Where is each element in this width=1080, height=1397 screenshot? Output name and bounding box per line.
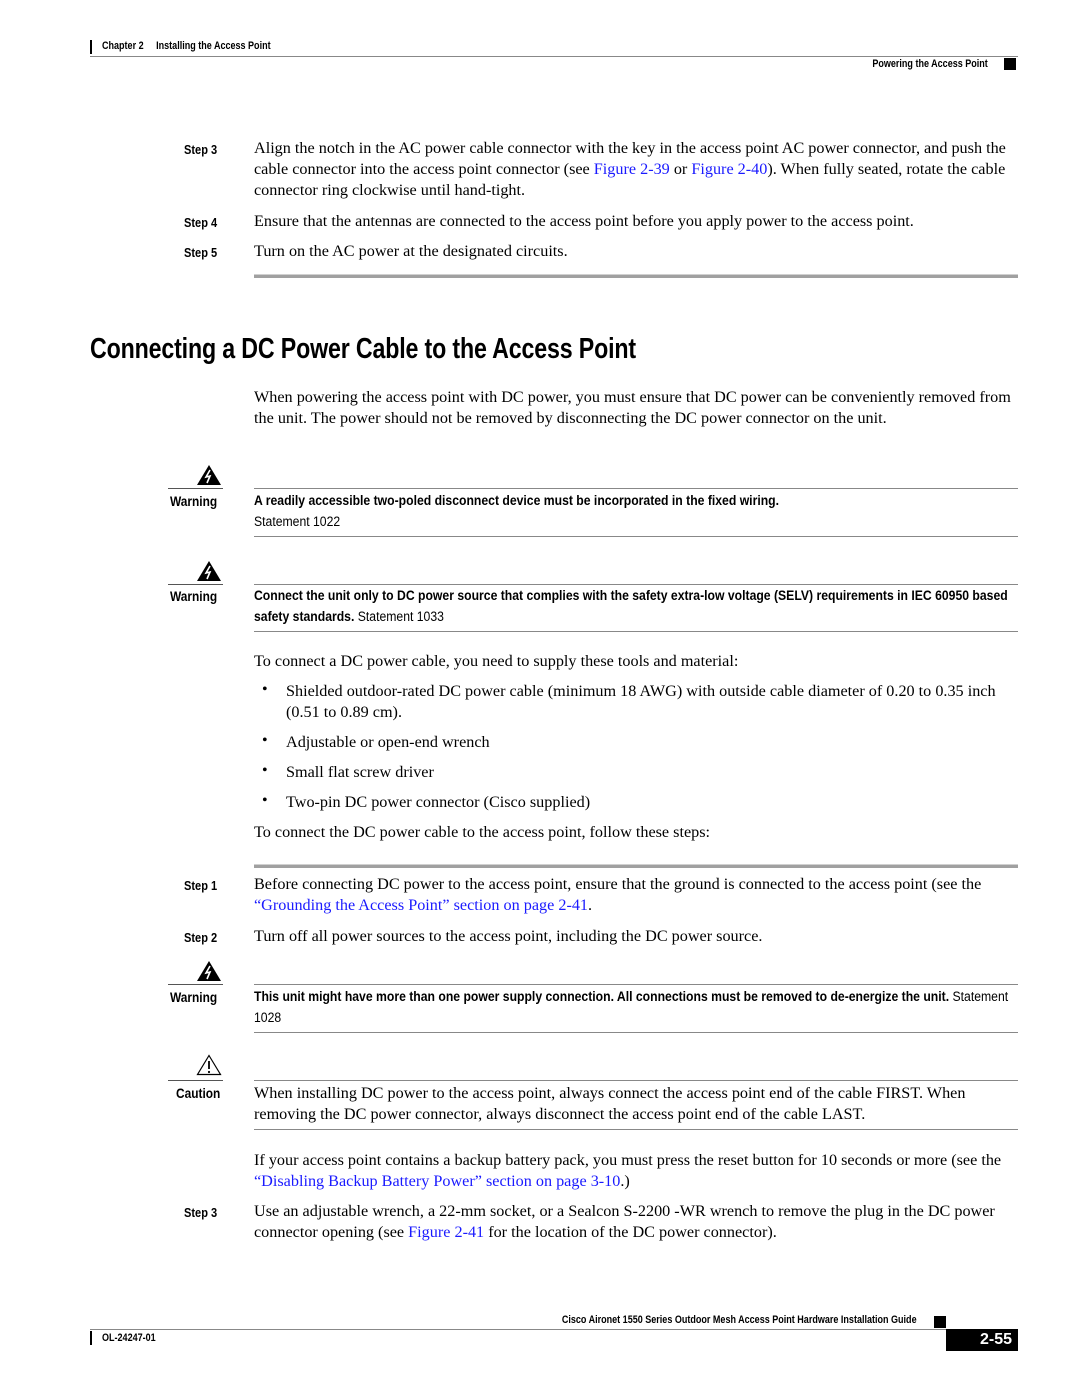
header-bar xyxy=(90,40,92,54)
step-label: Step 3 xyxy=(184,142,218,157)
warning-icon xyxy=(196,560,222,582)
warning-label: Warning xyxy=(170,588,218,604)
tool-item: Small flat screw driver xyxy=(286,763,434,781)
footer-marker xyxy=(934,1316,946,1328)
footer-guide-title: Cisco Aironet 1550 Series Outdoor Mesh A… xyxy=(562,1314,917,1326)
warning-bottom-rule xyxy=(254,631,1018,632)
tool-item: Adjustable or open-end wrench xyxy=(286,733,490,751)
warning-bottom-rule xyxy=(254,536,1018,537)
bullet: • xyxy=(262,732,268,749)
header-marker xyxy=(1004,58,1016,70)
footer-bar xyxy=(90,1331,92,1345)
bullet: • xyxy=(262,681,268,698)
warning-label: Warning xyxy=(170,493,218,509)
caution-top-rule xyxy=(254,1080,1018,1081)
warning-icon xyxy=(196,464,222,486)
caution-label: Caution xyxy=(176,1085,221,1101)
step-label: Step 5 xyxy=(184,245,218,260)
bullet: • xyxy=(262,792,268,809)
figure-link[interactable]: Figure 2-40 xyxy=(691,160,767,178)
icon-rule xyxy=(168,488,223,489)
step-text: Turn on the AC power at the designated c… xyxy=(254,242,568,260)
tool-item: Shielded outdoor-rated DC power cable (m… xyxy=(286,682,996,721)
tools-intro: To connect a DC power cable, you need to… xyxy=(254,652,739,670)
procedure-end-rule xyxy=(254,274,1018,278)
tool-item: Two-pin DC power connector (Cisco suppli… xyxy=(286,793,591,811)
chapter-title: Installing the Access Point xyxy=(156,40,271,52)
intro-paragraph: When powering the access point with DC p… xyxy=(254,388,1011,427)
step-label: Step 4 xyxy=(184,215,218,230)
warning-top-rule xyxy=(254,984,1018,985)
battery-note: If your access point contains a backup b… xyxy=(254,1151,1002,1190)
page-number: 2-55 xyxy=(946,1329,1018,1351)
icon-rule xyxy=(168,584,223,585)
warning-top-rule xyxy=(254,488,1018,489)
warning-icon xyxy=(196,960,222,982)
step-label: Step 1 xyxy=(184,878,218,893)
footer-doc-number: OL-24247-01 xyxy=(102,1332,156,1344)
step-label: Step 2 xyxy=(184,930,218,945)
grounding-section-link[interactable]: “Grounding the Access Point” section on … xyxy=(254,896,588,914)
warning-text: A readily accessible two-poled disconnec… xyxy=(254,493,780,530)
footer-rule xyxy=(90,1329,1018,1330)
icon-rule xyxy=(168,1080,223,1081)
caution-bottom-rule xyxy=(254,1129,1018,1130)
caution-text: When installing DC power to the access p… xyxy=(254,1084,966,1123)
bullet: • xyxy=(262,762,268,779)
section-title: Connecting a DC Power Cable to the Acces… xyxy=(90,333,636,365)
warning-text: This unit might have more than one power… xyxy=(254,989,1009,1026)
figure-link[interactable]: Figure 2-41 xyxy=(408,1223,484,1241)
header-rule xyxy=(90,56,1018,57)
steps-intro: To connect the DC power cable to the acc… xyxy=(254,823,711,841)
procedure-start-rule xyxy=(254,864,1018,868)
step-text: Before connecting DC power to the access… xyxy=(254,875,982,914)
step-text: Turn off all power sources to the access… xyxy=(254,927,763,945)
header-chapter: Chapter 2 Installing the Access Point xyxy=(102,40,271,52)
warning-text: Connect the unit only to DC power source… xyxy=(254,588,1008,625)
header-section-title: Powering the Access Point xyxy=(872,58,988,70)
chapter-number: Chapter 2 xyxy=(102,40,144,52)
step-text: Align the notch in the AC power cable co… xyxy=(254,139,1006,199)
icon-rule xyxy=(168,984,223,985)
caution-icon xyxy=(196,1054,222,1076)
battery-section-link[interactable]: “Disabling Backup Battery Power” section… xyxy=(254,1172,620,1190)
warning-label: Warning xyxy=(170,989,218,1005)
warning-bottom-rule xyxy=(254,1032,1018,1033)
step-label: Step 3 xyxy=(184,1205,218,1220)
figure-link[interactable]: Figure 2-39 xyxy=(594,160,670,178)
step-text: Ensure that the antennas are connected t… xyxy=(254,212,914,230)
step-text: Use an adjustable wrench, a 22-mm socket… xyxy=(254,1202,995,1241)
warning-top-rule xyxy=(254,584,1018,585)
